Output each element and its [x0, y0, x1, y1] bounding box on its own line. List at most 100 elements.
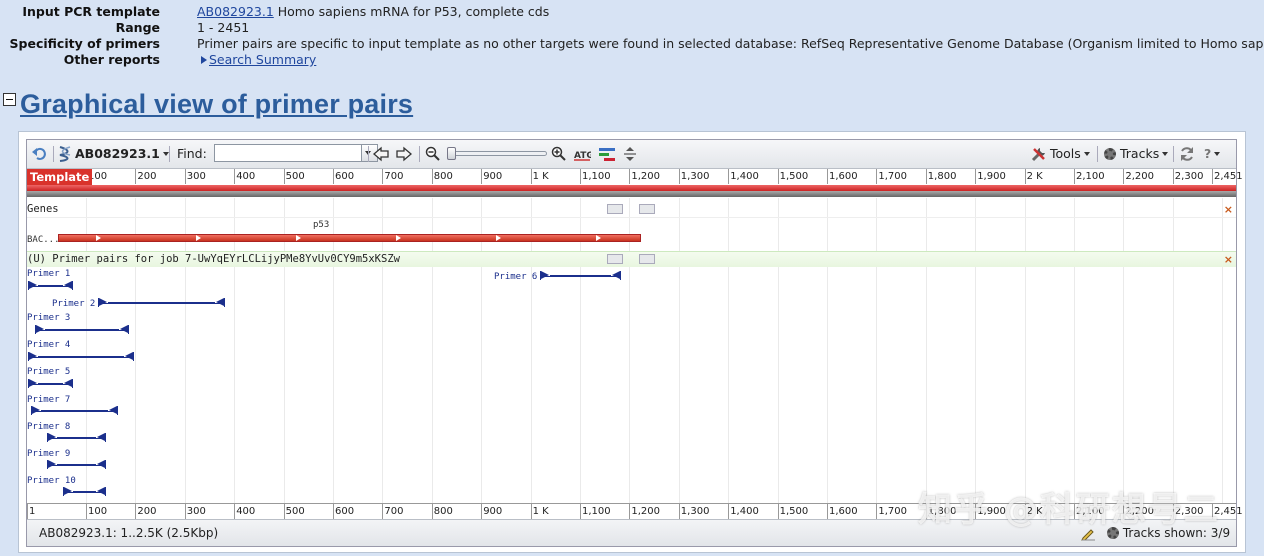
- ruler-tick: 1,400: [728, 504, 759, 519]
- track-prev-button[interactable]: [607, 204, 623, 214]
- fit-height-icon[interactable]: [623, 146, 637, 164]
- chevron-down-icon: [1083, 152, 1090, 156]
- alignment-icon[interactable]: [598, 146, 616, 164]
- track-prev-button[interactable]: [607, 254, 623, 264]
- range-value: 1 - 2451: [197, 20, 250, 35]
- ruler-tick: 1,200: [629, 169, 661, 184]
- ruler-tick: 1,800: [925, 169, 957, 184]
- primer-pair-line[interactable]: [98, 302, 225, 304]
- sequence-selector[interactable]: AB082923.1: [75, 145, 169, 163]
- tracks-menu-button[interactable]: Tracks: [1104, 145, 1169, 163]
- primers-track-title: (U) Primer pairs for job 7-UwYqEYrLCLijy…: [27, 253, 400, 265]
- primer-pair-line[interactable]: [31, 410, 117, 412]
- gridline: [827, 198, 828, 503]
- find-label: Find:: [177, 146, 207, 161]
- info-key: Other reports: [63, 52, 160, 67]
- zoom-in-icon[interactable]: [551, 146, 567, 164]
- ruler-tick: 1,600: [827, 169, 858, 184]
- gridline: [975, 198, 977, 503]
- ruler-tick: 1,100: [580, 169, 611, 184]
- arrow-left-icon[interactable]: [372, 145, 390, 163]
- viewer-toolbar: AB082923.1 Find: ATG Tools Tracks ?: [27, 140, 1236, 169]
- ruler-tick: 1,700: [876, 169, 908, 184]
- ruler-tick: 900: [481, 504, 503, 519]
- gridline: [86, 198, 87, 503]
- ruler-tick: 800: [431, 504, 453, 519]
- info-key: Range: [115, 20, 160, 35]
- ruler-tick: 400: [234, 504, 256, 519]
- ruler-tick: 900: [481, 169, 503, 184]
- close-track-icon[interactable]: ×: [1224, 252, 1233, 267]
- sequence-icon: [59, 146, 71, 162]
- gridline: [184, 198, 186, 503]
- accession-link[interactable]: AB082923.1: [197, 4, 274, 19]
- primer-label: Primer 7: [27, 395, 71, 405]
- sequence-text-icon[interactable]: ATG: [573, 146, 591, 164]
- chevron-down-icon: [1214, 152, 1221, 156]
- zoom-out-icon[interactable]: [425, 146, 441, 164]
- tools-menu-button[interactable]: Tools: [1050, 145, 1090, 163]
- zoom-slider-handle[interactable]: [447, 147, 456, 160]
- gridline: [1172, 198, 1174, 503]
- info-key: Input PCR template: [22, 4, 160, 19]
- ruler-tick: 2,200: [1123, 169, 1155, 184]
- direction-arrow-icon: [396, 235, 401, 241]
- gridline: [728, 198, 730, 503]
- track-next-button[interactable]: [639, 254, 655, 264]
- ruler-tick: 1,900: [975, 169, 1006, 184]
- ruler-tick: 1,500: [777, 504, 809, 519]
- ruler-tick: 400: [234, 169, 256, 184]
- genes-track-header: Genes ×: [27, 202, 1236, 218]
- toolbar-separator: [169, 146, 170, 162]
- ruler-tick: 600: [333, 169, 355, 184]
- reverse-primer-arrow: [611, 271, 621, 280]
- forward-primer-arrow: [28, 281, 38, 290]
- gridline: [580, 198, 581, 503]
- reverse-primer-arrow: [215, 298, 225, 307]
- find-input[interactable]: [214, 144, 362, 162]
- direction-arrow-icon: [596, 235, 601, 241]
- template-label: Template: [27, 169, 93, 185]
- primer-label: Primer 8: [27, 422, 71, 432]
- primer-pair-line[interactable]: [29, 356, 133, 358]
- help-icon: ?: [1204, 146, 1212, 161]
- gridline: [283, 198, 285, 503]
- primer-label: Primer 6: [494, 272, 538, 282]
- undo-icon[interactable]: [32, 146, 48, 164]
- gene-feature-bar[interactable]: [58, 234, 641, 242]
- toolbar-separator: [368, 146, 369, 162]
- track-next-button[interactable]: [639, 204, 655, 214]
- primer-pair-line[interactable]: [540, 275, 620, 277]
- gridline: [431, 198, 433, 503]
- help-button[interactable]: ?: [1204, 145, 1221, 163]
- arrow-right-icon[interactable]: [395, 145, 413, 163]
- section-title[interactable]: Graphical view of primer pairs: [20, 89, 413, 120]
- ruler-tick: 600: [333, 504, 355, 519]
- zoom-slider[interactable]: [447, 147, 547, 160]
- primer-pair-line[interactable]: [35, 329, 129, 331]
- collapse-section-button[interactable]: [3, 93, 16, 106]
- ruler-tick: 1,200: [629, 504, 661, 519]
- forward-primer-arrow: [31, 406, 41, 415]
- primer-label: Primer 3: [27, 313, 71, 323]
- gridline: [1024, 198, 1026, 503]
- sequence-ruler-top: 100 200 300 400 500 600 700 800 900 1 K 1,100 1,200…: [27, 169, 1243, 186]
- reverse-primer-arrow: [108, 406, 118, 415]
- info-key: Specificity of primers: [9, 36, 160, 51]
- close-track-icon[interactable]: ×: [1224, 202, 1233, 217]
- refresh-icon[interactable]: [1179, 146, 1195, 164]
- primer-label: Primer 1: [27, 269, 71, 279]
- gridline: [481, 198, 483, 503]
- template-description: Homo sapiens mRNA for P53, complete cds: [273, 4, 550, 19]
- chevron-down-icon: [1162, 152, 1169, 156]
- reverse-primer-arrow: [119, 325, 129, 334]
- search-summary-link[interactable]: Search Summary: [209, 52, 316, 67]
- ruler-tick: 500: [283, 169, 305, 184]
- info-row-other-reports: Other reports Search Summary: [0, 52, 1264, 68]
- ruler-tick: 1,300: [678, 169, 710, 184]
- forward-primer-arrow: [98, 298, 108, 307]
- reverse-primer-arrow: [96, 487, 106, 496]
- ruler-tick: 2 K: [1024, 169, 1043, 184]
- ruler-tick: 2,451: [1212, 169, 1243, 184]
- ruler-tick: 2,300: [1172, 169, 1204, 184]
